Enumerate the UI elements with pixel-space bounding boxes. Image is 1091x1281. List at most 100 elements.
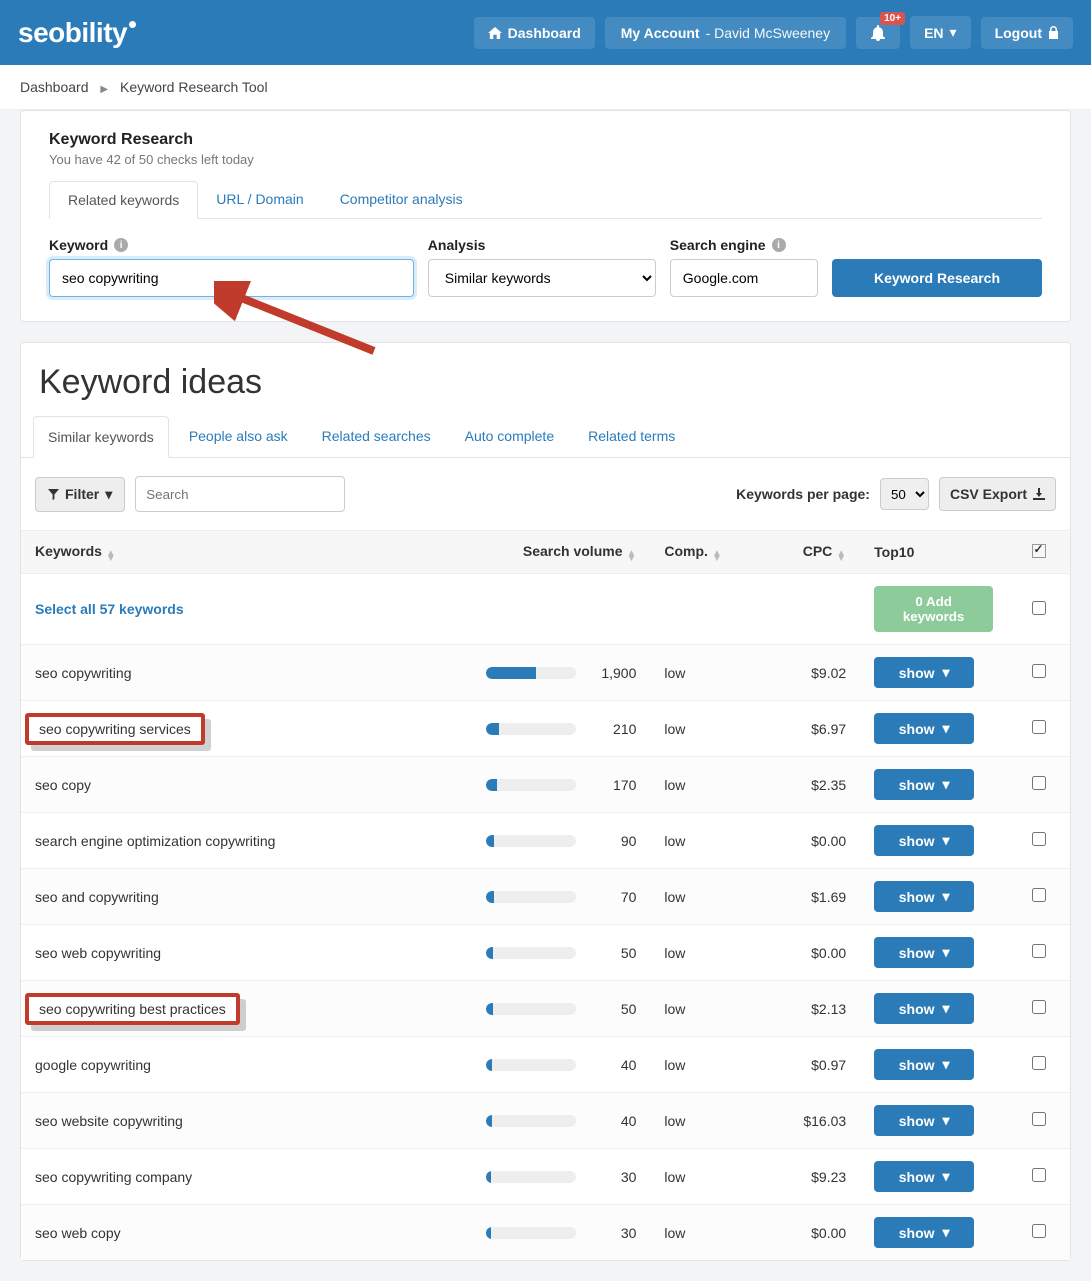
cell-comp: low (650, 869, 755, 925)
show-button[interactable]: show ▾ (874, 1105, 974, 1136)
show-button[interactable]: show ▾ (874, 1161, 974, 1192)
table-row: seo copywriting best practices 50 low $2… (21, 981, 1070, 1037)
home-icon (488, 27, 502, 39)
show-button[interactable]: show ▾ (874, 713, 974, 744)
row-checkbox[interactable] (1032, 776, 1046, 790)
notifications-button[interactable]: 10+ (856, 17, 900, 49)
info-icon[interactable]: i (114, 238, 128, 252)
volume-bar (486, 835, 576, 847)
volume-bar (486, 891, 576, 903)
panel-subtitle: You have 42 of 50 checks left today (49, 152, 1042, 167)
row-checkbox[interactable] (1032, 1168, 1046, 1182)
cell-comp: low (650, 813, 755, 869)
csv-export-button[interactable]: CSV Export (939, 477, 1056, 511)
cell-cpc: $2.35 (755, 757, 860, 813)
tab-related-keywords[interactable]: Related keywords (49, 181, 198, 219)
kpp-select[interactable]: 50 (880, 478, 929, 510)
row-checkbox[interactable] (1032, 720, 1046, 734)
highlight-box: seo copywriting services (25, 713, 205, 745)
account-button[interactable]: My Account - David McSweeney (605, 17, 846, 49)
chevron-down-icon: ▾ (950, 24, 957, 41)
row-checkbox[interactable] (1032, 888, 1046, 902)
show-button[interactable]: show ▾ (874, 993, 974, 1024)
cell-keyword: seo and copywriting (21, 869, 472, 925)
tab-url-domain[interactable]: URL / Domain (198, 181, 321, 218)
search-input[interactable] (135, 476, 345, 512)
logout-button[interactable]: Logout (981, 17, 1073, 49)
select-all-link[interactable]: Select all 57 keywords (35, 601, 184, 617)
tab-related-searches[interactable]: Related searches (308, 416, 445, 457)
tab-autocomplete[interactable]: Auto complete (451, 416, 569, 457)
row-checkbox[interactable] (1032, 1056, 1046, 1070)
cell-cpc: $1.69 (755, 869, 860, 925)
col-keywords[interactable]: Keywords▲▼ (21, 531, 472, 574)
tab-similar[interactable]: Similar keywords (33, 416, 169, 458)
col-comp[interactable]: Comp.▲▼ (650, 531, 755, 574)
chevron-right-icon: ▶ (100, 84, 108, 95)
cell-cpc: $0.00 (755, 1205, 860, 1261)
keyword-label: Keyword i (49, 237, 414, 253)
cell-keyword: seo copy (21, 757, 472, 813)
analysis-select[interactable]: Similar keywords (428, 259, 656, 297)
keyword-input[interactable] (49, 259, 414, 297)
show-button[interactable]: show ▾ (874, 1217, 974, 1248)
row-checkbox[interactable] (1032, 1000, 1046, 1014)
show-button[interactable]: show ▾ (874, 657, 974, 688)
cell-search-volume: 30 (472, 1149, 650, 1205)
cell-keyword: seo copywriting services (21, 701, 472, 757)
ideas-tabs: Similar keywords People also ask Related… (21, 416, 1070, 458)
analysis-label: Analysis (428, 237, 656, 253)
cell-comp: low (650, 925, 755, 981)
show-button[interactable]: show ▾ (874, 881, 974, 912)
chevron-down-icon: ▾ (943, 776, 950, 793)
col-checkall[interactable] (1007, 531, 1070, 574)
info-icon[interactable]: i (772, 238, 786, 252)
col-cpc[interactable]: CPC▲▼ (755, 531, 860, 574)
volume-bar (486, 947, 576, 959)
table-row: seo and copywriting 70 low $1.69 show ▾ (21, 869, 1070, 925)
kpp-label: Keywords per page: (736, 486, 870, 502)
breadcrumb-dashboard[interactable]: Dashboard (20, 79, 89, 95)
keyword-research-button[interactable]: Keyword Research (832, 259, 1042, 297)
cell-cpc: $6.97 (755, 701, 860, 757)
cell-keyword: seo copywriting best practices (21, 981, 472, 1037)
show-button[interactable]: show ▾ (874, 825, 974, 856)
ideas-heading: Keyword ideas (21, 343, 1070, 408)
highlight-box: seo copywriting best practices (25, 993, 240, 1025)
table-row: seo copywriting 1,900 low $9.02 show ▾ (21, 645, 1070, 701)
keywords-table: Keywords▲▼ Search volume▲▼ Comp.▲▼ CPC▲▼… (21, 530, 1070, 1260)
show-button[interactable]: show ▾ (874, 937, 974, 968)
tab-competitor[interactable]: Competitor analysis (322, 181, 481, 218)
cell-cpc: $2.13 (755, 981, 860, 1037)
row-checkbox[interactable] (1032, 944, 1046, 958)
select-all-checkbox[interactable] (1032, 601, 1046, 615)
cell-cpc: $9.23 (755, 1149, 860, 1205)
row-checkbox[interactable] (1032, 832, 1046, 846)
add-keywords-button[interactable]: 0 Add keywords (874, 586, 993, 632)
table-row: seo copywriting company 30 low $9.23 sho… (21, 1149, 1070, 1205)
row-checkbox[interactable] (1032, 1224, 1046, 1238)
table-row: google copywriting 40 low $0.97 show ▾ (21, 1037, 1070, 1093)
row-checkbox[interactable] (1032, 1112, 1046, 1126)
tab-related-terms[interactable]: Related terms (574, 416, 689, 457)
row-checkbox[interactable] (1032, 664, 1046, 678)
show-button[interactable]: show ▾ (874, 1049, 974, 1080)
cell-cpc: $0.00 (755, 925, 860, 981)
cell-search-volume: 1,900 (472, 645, 650, 701)
col-search-volume[interactable]: Search volume▲▼ (472, 531, 650, 574)
chevron-down-icon: ▾ (943, 1056, 950, 1073)
dashboard-button[interactable]: Dashboard (474, 17, 595, 49)
logo[interactable]: seobility (18, 17, 136, 49)
engine-input[interactable] (670, 259, 818, 297)
cell-comp: low (650, 1205, 755, 1261)
filter-button[interactable]: Filter ▾ (35, 477, 125, 512)
volume-bar (486, 779, 576, 791)
chevron-down-icon: ▾ (943, 1168, 950, 1185)
cell-cpc: $16.03 (755, 1093, 860, 1149)
cell-search-volume: 170 (472, 757, 650, 813)
notif-badge: 10+ (880, 12, 905, 25)
cell-search-volume: 30 (472, 1205, 650, 1261)
show-button[interactable]: show ▾ (874, 769, 974, 800)
tab-people-also-ask[interactable]: People also ask (175, 416, 302, 457)
lang-button[interactable]: EN ▾ (910, 16, 970, 49)
